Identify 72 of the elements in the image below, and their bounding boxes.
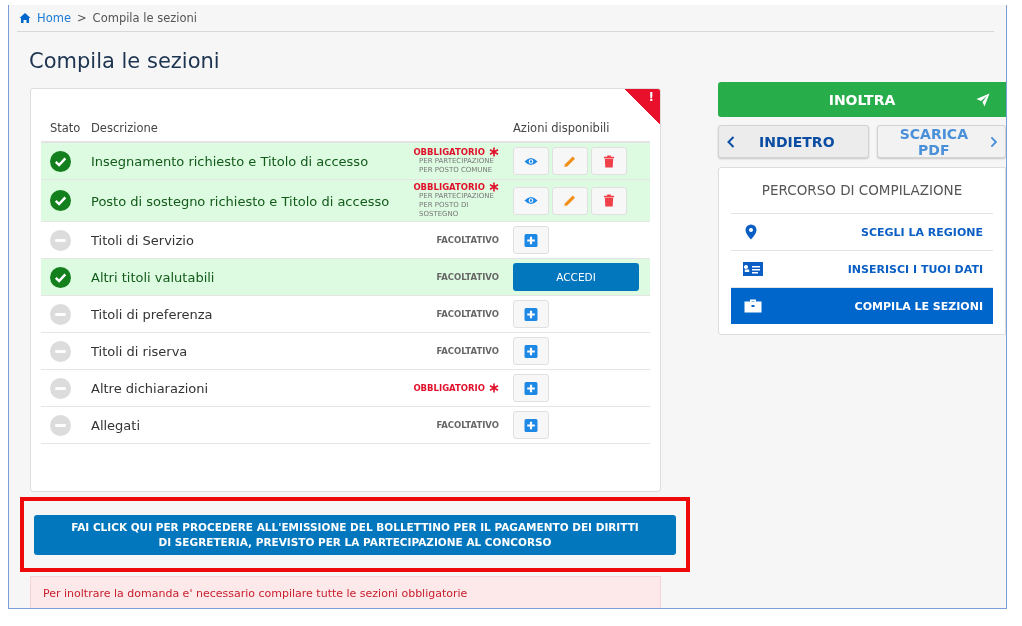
asterisk-icon [489,147,499,157]
section-title: Altre dichiarazioni [91,381,209,396]
edit-button[interactable] [552,186,588,215]
home-icon [19,12,31,24]
requirement-label: OBBLIGATORIO [413,383,485,393]
trash-icon [602,154,616,168]
column-header: Descrizione [91,121,159,135]
trash-icon [602,194,616,207]
pencil-icon [563,154,577,168]
back-button[interactable]: INDIETRO [718,125,869,158]
plus-icon [524,344,538,358]
section-title: Insegnamento richiesto e Titolo di accesso [91,154,369,169]
section-title: Posto di sostegno richiesto e Titolo di accesso [91,193,390,209]
check-icon [50,266,71,288]
delete-button[interactable] [591,186,627,215]
add-button[interactable] [513,300,549,328]
add-button[interactable] [513,411,549,439]
check-icon [50,150,71,172]
id-card-icon [743,262,763,276]
delete-button[interactable] [591,147,627,175]
breadcrumb-separator: > [76,11,87,25]
plus-icon [524,418,538,432]
breadcrumb-link[interactable]: Home [37,11,71,25]
asterisk-icon [489,383,499,393]
minus-icon [50,377,71,399]
requirement-label: FACOLTATIVO [436,235,499,245]
submit-button[interactable]: INOLTRA [718,82,1006,117]
minus-icon [50,340,71,362]
section-title: Altri titoli valutabili [91,270,215,285]
warning-flag: ! [624,89,660,125]
requirement-label: FACOLTATIVO [436,346,499,356]
section-title: Titoli di preferenza [91,307,213,322]
add-button[interactable] [513,374,549,402]
page-title: Compila le sezioni [29,48,221,75]
column-header: Azioni disponibili [513,121,611,135]
step-item[interactable]: COMPILA LE SEZIONI [731,288,993,324]
location-pin-icon [745,224,757,240]
error-alert: Per inoltrare la domanda e' necessario compilare tutte le sezioni obbligatorie [30,576,661,608]
payment-button[interactable]: FAI CLICK QUI PER PROCEDERE ALL'EMISSIONE DEL BOLLETTINO PER IL PAGAMENTO DEI DIRITTI DI SEGRETERIA, PREVISTO PER LA PARTECIPAZIONE AL CONCORSO [34,514,676,555]
add-button[interactable] [513,226,549,254]
pdf-button[interactable]: SCARICA PDF [877,125,1006,158]
requirement-label: FACOLTATIVO [436,272,499,282]
add-button[interactable] [513,337,549,365]
chevron-left-icon [727,135,735,148]
plus-icon [524,381,538,395]
breadcrumb-current: Compila le sezioni [92,11,197,25]
view-button[interactable] [513,186,549,215]
section-title: Allegati [91,418,141,433]
eye-icon [524,194,538,207]
check-icon [50,190,71,211]
plus-icon [524,307,538,321]
access-button[interactable]: ACCEDI [513,263,639,291]
step-item[interactable]: SCEGLI LA REGIONE [731,214,993,251]
asterisk-icon [489,182,499,192]
section-title: Titoli di riserva [91,344,188,359]
send-icon [976,93,990,107]
plus-icon [524,233,538,247]
column-header: Stato [49,121,82,135]
minus-icon [50,414,71,436]
view-button[interactable] [513,147,549,175]
edit-button[interactable] [552,147,588,175]
minus-icon [50,229,71,251]
pencil-icon [563,194,577,207]
panel-title: PERCORSO DI COMPILAZIONE [731,168,993,214]
chevron-right-icon [989,135,997,148]
requirement-label: FACOLTATIVO [436,420,499,430]
section-title: Titoli di Servizio [91,233,194,248]
requirement-label: OBBLIGATORIO [413,182,485,192]
minus-icon [50,303,71,325]
requirement-label: OBBLIGATORIO [413,147,485,157]
briefcase-icon [743,299,763,313]
requirement-label: FACOLTATIVO [436,309,499,319]
